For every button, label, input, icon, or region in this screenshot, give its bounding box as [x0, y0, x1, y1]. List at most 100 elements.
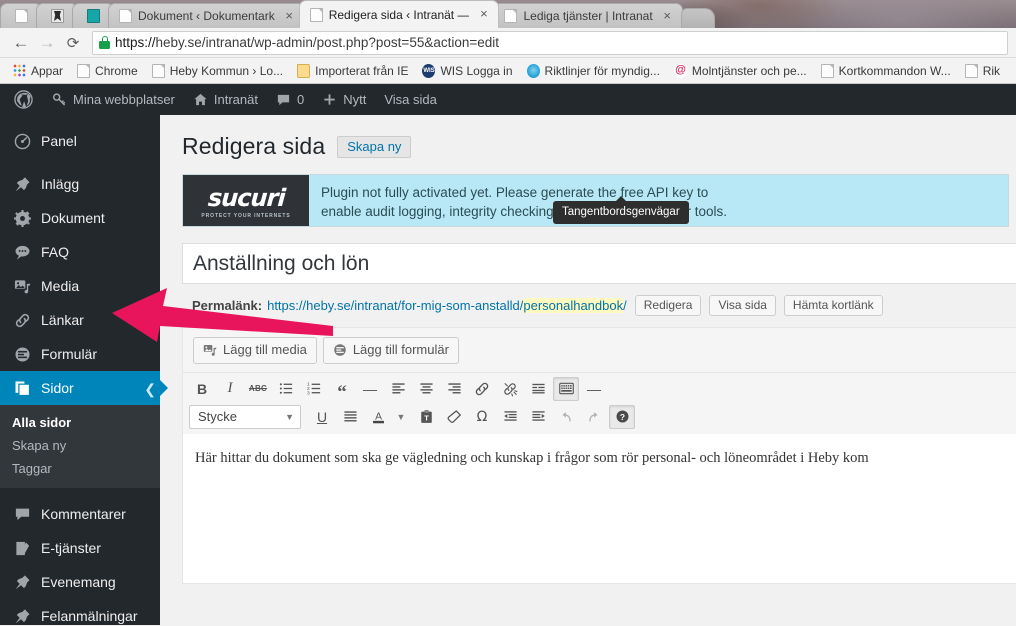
pages-icon — [12, 380, 32, 397]
bold-icon[interactable]: B — [189, 377, 215, 401]
get-shortlink-button[interactable]: Hämta kortlänk — [783, 295, 883, 316]
reload-icon[interactable]: ⟳ — [60, 30, 86, 56]
sidebar-item-e-tjanster[interactable]: E-tjänster — [0, 531, 160, 565]
media-icon — [12, 278, 32, 295]
page-icon — [14, 9, 28, 23]
remove-link-icon[interactable] — [497, 377, 523, 401]
sidebar-item-kommentarer[interactable]: Kommentarer — [0, 497, 160, 531]
justify-icon[interactable] — [337, 405, 363, 429]
format-select[interactable]: Stycke ▼ — [189, 404, 301, 429]
edit-permalink-button[interactable]: Redigera — [634, 295, 702, 316]
bookmark-riktlinjer[interactable]: Riktlinjer för myndig... — [520, 63, 667, 78]
gear-icon — [12, 209, 32, 227]
sidebar-item-evenemang[interactable]: Evenemang — [0, 565, 160, 599]
bookmark-wis-logga-in[interactable]: WIS WIS Logga in — [415, 63, 519, 78]
clear-formatting-icon[interactable] — [441, 405, 467, 429]
keyboard-shortcuts-icon[interactable]: ? — [609, 404, 635, 429]
bookmark-appar[interactable]: Appar — [6, 63, 70, 78]
comment-icon — [276, 92, 291, 107]
strikethrough-icon[interactable]: ABC — [245, 377, 271, 401]
close-icon[interactable]: × — [477, 7, 490, 21]
bookmark-kortkommandon[interactable]: Kortkommandon W... — [814, 63, 958, 78]
sidebar-item-felanmalningar[interactable]: Felanmälningar — [0, 599, 160, 626]
adminbar-item-comments[interactable]: 0 — [267, 84, 313, 115]
permalink-base[interactable]: https://heby.se/intranat/for-mig-som-ans… — [267, 298, 523, 313]
sidebar-subitem-skapa-ny[interactable]: Skapa ny — [0, 434, 160, 457]
close-icon[interactable]: × — [661, 9, 674, 23]
new-tab-button[interactable] — [680, 8, 715, 28]
text-color-icon[interactable]: A — [365, 405, 391, 429]
form-icon — [333, 343, 347, 357]
adminbar-item-visa-sida[interactable]: Visa sida — [375, 84, 446, 115]
adminbar-label: Intranät — [213, 92, 258, 107]
sidebar-item-faq[interactable]: FAQ — [0, 235, 160, 269]
bookmark-label: Rik — [982, 63, 1001, 78]
undo-icon[interactable] — [553, 405, 579, 429]
back-icon[interactable]: ← — [8, 30, 34, 56]
pin-icon — [12, 608, 32, 625]
italic-icon[interactable]: I — [217, 377, 243, 401]
wp-admin-bar: Mina webbplatser Intranät 0 Nytt Visa si… — [0, 84, 1016, 115]
sidebar-item-inlagg[interactable]: Inlägg — [0, 167, 160, 201]
toggle-toolbar-icon[interactable] — [553, 376, 579, 401]
sidebar-item-label: Evenemang — [41, 574, 116, 590]
indent-icon[interactable] — [525, 405, 551, 429]
align-left-icon[interactable] — [385, 377, 411, 401]
horizontal-rule-icon[interactable]: — — [357, 377, 383, 401]
bookmark-rik[interactable]: Rik — [958, 63, 1007, 78]
sidebar-item-sidor[interactable]: Sidor ❮ — [0, 371, 168, 405]
align-center-icon[interactable] — [413, 377, 439, 401]
sidebar-subitem-alla-sidor[interactable]: Alla sidor — [0, 411, 160, 434]
lock-icon — [99, 36, 110, 49]
blockquote-icon[interactable]: “ — [329, 377, 355, 402]
add-new-page-button[interactable]: Skapa ny — [337, 135, 412, 158]
sidebar-item-media[interactable]: Media — [0, 269, 160, 303]
wordpress-logo-icon[interactable] — [8, 84, 43, 115]
sidebar-item-panel[interactable]: Panel — [0, 124, 160, 158]
insert-link-icon[interactable] — [469, 377, 495, 401]
bookmark-importerat-fran-ie[interactable]: Importerat från IE — [290, 63, 415, 78]
outdent-icon[interactable] — [497, 405, 523, 429]
edit-page-wrap: Redigera sida Skapa ny sucuri PROTECT YO… — [160, 115, 1016, 625]
menu-spacer — [0, 488, 160, 497]
svg-text:T: T — [424, 413, 429, 422]
permalink-slug[interactable]: personalhandbok — [523, 298, 624, 313]
bookmark-molntjanster[interactable]: @ Molntjänster och pe... — [667, 63, 814, 78]
dash-icon[interactable]: — — [581, 377, 607, 401]
forward-icon[interactable]: → — [34, 30, 60, 56]
read-more-icon[interactable] — [525, 377, 551, 401]
browser-tab-dokument[interactable]: Dokument ‹ Dokumentark × — [108, 3, 305, 28]
add-media-button[interactable]: Lägg till media — [193, 337, 317, 364]
add-form-button[interactable]: Lägg till formulär — [322, 337, 459, 364]
editor-content-area[interactable]: Här hittar du dokument som ska ge vägled… — [182, 433, 1016, 584]
close-icon[interactable]: × — [283, 9, 296, 23]
browser-tab-lediga-tjanster[interactable]: Lediga tjänster | Intranat × — [493, 3, 683, 28]
special-character-icon[interactable]: Ω — [469, 405, 495, 429]
adminbar-item-mina-webbplatser[interactable]: Mina webbplatser — [43, 84, 184, 115]
url-input[interactable]: https://heby.se/intranat/wp-admin/post.p… — [92, 30, 1008, 55]
bookmark-chrome[interactable]: Chrome — [70, 63, 145, 78]
sidebar-subitem-taggar[interactable]: Taggar — [0, 457, 160, 480]
adminbar-item-nytt[interactable]: Nytt — [313, 84, 375, 115]
bookmarks-bar: Appar Chrome Heby Kommun › Lo... Importe… — [0, 58, 1016, 84]
numbered-list-icon[interactable]: 123 — [301, 377, 327, 401]
sidebar-item-lankar[interactable]: Länkar — [0, 303, 160, 337]
post-title-input[interactable]: Anställning och lön — [182, 243, 1016, 284]
collapse-chevron-icon[interactable]: ❮ — [144, 381, 156, 398]
bulleted-list-icon[interactable] — [273, 377, 299, 401]
underline-icon[interactable]: U — [309, 405, 335, 429]
apps-grid-icon — [13, 63, 26, 78]
paste-as-text-icon[interactable]: T — [413, 405, 439, 429]
sucuri-notice-line-1: Plugin not fully activated yet. Please g… — [321, 185, 709, 200]
dashboard-icon — [12, 133, 32, 150]
align-right-icon[interactable] — [441, 377, 467, 401]
redo-icon[interactable] — [581, 405, 607, 429]
adminbar-item-intranat[interactable]: Intranät — [184, 84, 267, 115]
text-color-dropdown-icon[interactable]: ▼ — [393, 405, 409, 429]
sidebar-item-formular[interactable]: Formulär — [0, 337, 160, 371]
sidebar-item-dokument[interactable]: Dokument — [0, 201, 160, 235]
bookmark-heby-kommun[interactable]: Heby Kommun › Lo... — [145, 63, 290, 78]
page-icon — [504, 9, 518, 23]
view-page-button[interactable]: Visa sida — [709, 295, 776, 316]
browser-tab-redigera-sida[interactable]: Redigera sida ‹ Intranät — × — [298, 0, 500, 28]
